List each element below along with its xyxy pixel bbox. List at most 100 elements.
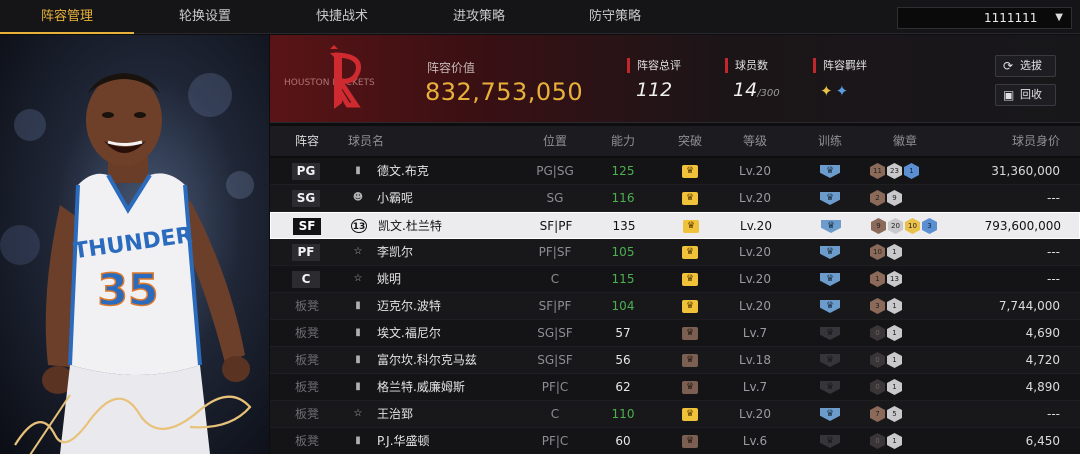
player-name[interactable]: 德文.布克	[377, 158, 429, 184]
col-worth[interactable]: 球员身价	[960, 126, 1060, 156]
player-portrait: THUNDER 35	[0, 35, 269, 454]
col-badges[interactable]: 徽章	[870, 126, 940, 156]
account-select[interactable]: 1111111 ▼	[897, 7, 1072, 29]
tab-lineup[interactable]: 阵容管理	[0, 0, 134, 34]
player-name[interactable]: 王治郅	[377, 401, 413, 427]
training-shield-icon[interactable]: ♛	[820, 381, 840, 394]
team-logo-text: HOUSTON ROCKETS	[284, 78, 375, 88]
badge-icon: 0	[870, 379, 885, 395]
player-level: Lv.7	[742, 380, 768, 394]
badge-group[interactable]: 31	[870, 298, 904, 315]
table-row[interactable]: SF 13 凯文.杜兰特 SF|PF 135 ♛ Lv.20 ♛ 9 20 10 3 793,600,0…	[270, 212, 1080, 239]
player-ability: 125	[611, 164, 635, 178]
breakthrough-crown-icon[interactable]: ♛	[682, 273, 698, 286]
player-name[interactable]: 格兰特.威廉姆斯	[377, 374, 465, 400]
badge-icon: 1	[870, 271, 885, 287]
draft-button[interactable]: ⟳ 选拔	[995, 55, 1056, 77]
training-shield-icon[interactable]: ♛	[820, 300, 840, 313]
tab-defense[interactable]: 防守策略	[548, 0, 682, 34]
table-row[interactable]: C ☆ 姚明 C 115 ♛ Lv.20 ♛ 1 13 ---	[270, 266, 1080, 293]
breakthrough-crown-icon[interactable]: ♛	[682, 300, 698, 313]
badge-group[interactable]: 11 23 1	[870, 163, 921, 180]
player-name[interactable]: P.J.华盛顿	[377, 428, 430, 454]
bench-label: 板凳	[294, 353, 319, 367]
badge-group[interactable]: 01	[870, 352, 904, 369]
player-name[interactable]: 李凯尔	[377, 239, 413, 265]
training-shield-icon[interactable]: ♛	[820, 354, 840, 367]
player-name[interactable]: 迈克尔.波特	[377, 293, 441, 319]
badge-icon: 13	[887, 271, 902, 287]
table-row[interactable]: PF ☆ 李凯尔 PF|SF 105 ♛ Lv.20 ♛ 10 1 ---	[270, 239, 1080, 266]
refresh-icon: ⟳	[1003, 59, 1014, 73]
bench-label: 板凳	[294, 434, 319, 448]
tab-quick-tactics[interactable]: 快捷战术	[275, 0, 409, 34]
badge-group[interactable]: 9 20 10 3	[871, 218, 939, 235]
table-row[interactable]: 板凳 ☆ 王治郅 C 110 ♛ Lv.20 ♛ 7 5 ---	[270, 401, 1080, 428]
player-name[interactable]: 埃文.福尼尔	[377, 320, 441, 346]
player-name[interactable]: 小霸呢	[377, 185, 413, 211]
training-shield-icon[interactable]: ♛	[820, 273, 840, 286]
training-shield-icon[interactable]: ♛	[820, 246, 840, 259]
player-level: Lv.20	[739, 407, 771, 421]
badge-group[interactable]: 01	[870, 379, 904, 396]
badge-group[interactable]: 75	[870, 406, 904, 423]
table-row[interactable]: 板凳 ▮ 格兰特.威廉姆斯 PF|C 62 ♛ Lv.7 ♛ 0 1 4,890	[270, 374, 1080, 401]
tab-rotation[interactable]: 轮换设置	[138, 0, 272, 34]
col-position[interactable]: 位置	[520, 126, 590, 156]
player-ability: 57	[615, 326, 631, 340]
breakthrough-crown-icon[interactable]: ♛	[682, 246, 698, 259]
badge-group[interactable]: 01	[870, 433, 904, 450]
player-name[interactable]: 富尔坎.科尔克马兹	[377, 347, 477, 373]
player-name[interactable]: 姚明	[377, 266, 401, 292]
bond-icons[interactable]: ✦ ✦	[820, 82, 848, 100]
badge-icon: 3	[922, 218, 937, 234]
table-row[interactable]: 板凳 ▮ 富尔坎.科尔克马兹 SG|SF 56 ♛ Lv.18 ♛ 0 1 4,720	[270, 347, 1080, 374]
slot-badge: PF	[292, 244, 320, 261]
training-shield-icon[interactable]: ♛	[821, 220, 841, 233]
table-row[interactable]: SG ☻ 小霸呢 SG 116 ♛ Lv.20 ♛ 2 9 ---	[270, 185, 1080, 212]
badge-group[interactable]: 10 1	[870, 244, 904, 261]
col-breakthrough[interactable]: 突破	[655, 126, 725, 156]
training-shield-icon[interactable]: ♛	[820, 165, 840, 178]
breakthrough-crown-icon[interactable]: ♛	[682, 192, 698, 205]
col-ability[interactable]: 能力	[588, 126, 658, 156]
breakthrough-crown-icon[interactable]: ♛	[682, 354, 698, 367]
col-lineup[interactable]: 阵容	[290, 126, 324, 156]
col-training[interactable]: 训练	[795, 126, 865, 156]
player-worth: ---	[1047, 245, 1060, 259]
training-shield-icon[interactable]: ♛	[820, 192, 840, 205]
badge-group[interactable]: 01	[870, 325, 904, 342]
badge-group[interactable]: 29	[870, 190, 904, 207]
col-level[interactable]: 等级	[720, 126, 790, 156]
breakthrough-crown-icon[interactable]: ♛	[682, 165, 698, 178]
training-shield-icon[interactable]: ♛	[820, 435, 840, 448]
player-level: Lv.6	[742, 434, 768, 448]
table-row[interactable]: 板凳 ▮ 迈克尔.波特 SF|PF 104 ♛ Lv.20 ♛ 3 1 7,744,000	[270, 293, 1080, 320]
badge-icon: 11	[870, 163, 885, 179]
breakthrough-crown-icon[interactable]: ♛	[683, 220, 699, 233]
breakthrough-crown-icon[interactable]: ♛	[682, 381, 698, 394]
player-ability: 110	[611, 407, 635, 421]
badge-icon: 7	[870, 406, 885, 422]
badge-icon: 23	[887, 163, 902, 179]
top-nav: 阵容管理 轮换设置 快捷战术 进攻策略 防守策略 1111111 ▼	[0, 0, 1080, 34]
player-ability: 105	[611, 245, 635, 259]
badge-group[interactable]: 1 13	[870, 271, 904, 288]
training-shield-icon[interactable]: ♛	[820, 327, 840, 340]
badge-icon: 5	[887, 406, 902, 422]
player-position: C	[550, 407, 560, 421]
breakthrough-crown-icon[interactable]: ♛	[682, 327, 698, 340]
col-name[interactable]: 球员名	[348, 126, 408, 156]
training-shield-icon[interactable]: ♛	[820, 408, 840, 421]
tab-offense[interactable]: 进攻策略	[412, 0, 546, 34]
table-row[interactable]: 板凳 ▮ 埃文.福尼尔 SG|SF 57 ♛ Lv.7 ♛ 0 1 4,690	[270, 320, 1080, 347]
table-row[interactable]: 板凳 ▮ P.J.华盛顿 PF|C 60 ♛ Lv.6 ♛ 0 1 6,450	[270, 428, 1080, 454]
recycle-button[interactable]: ▣ 回收	[995, 84, 1056, 106]
breakthrough-crown-icon[interactable]: ♛	[682, 408, 698, 421]
player-position: SG|SF	[537, 353, 573, 367]
table-row[interactable]: PG ▮ 德文.布克 PG|SG 125 ♛ Lv.20 ♛ 11 23 1 31,360,000	[270, 158, 1080, 185]
badge-icon: 0	[870, 433, 885, 449]
breakthrough-crown-icon[interactable]: ♛	[682, 435, 698, 448]
player-name[interactable]: 凯文.杜兰特	[378, 213, 442, 239]
player-worth: 6,450	[1025, 434, 1060, 448]
